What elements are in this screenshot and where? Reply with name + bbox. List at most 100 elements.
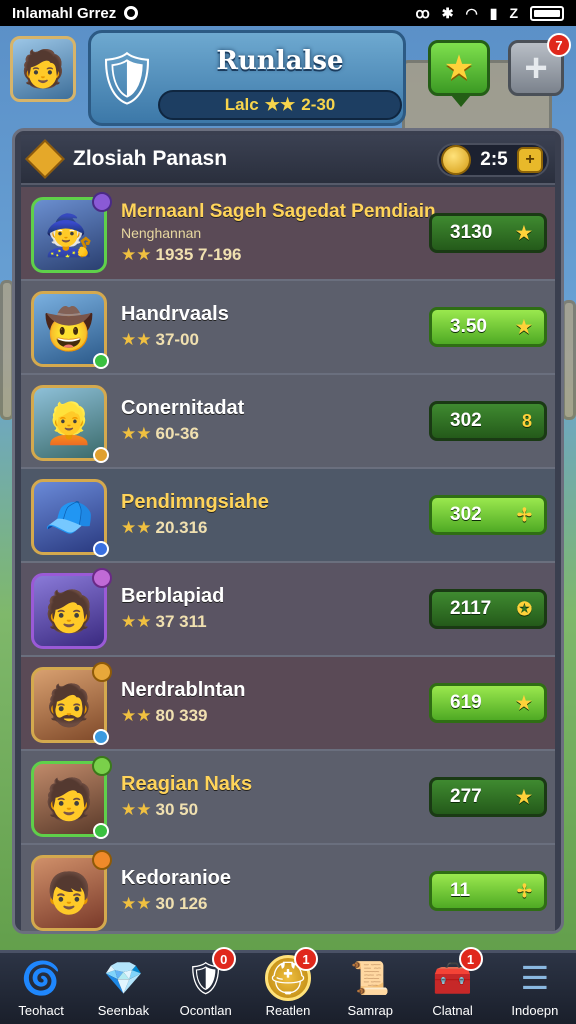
list-item[interactable]: 🤠 Handrvaals ★★ 37-00 3.50 ★ [21,281,555,375]
scroll-icon: 📜 [350,960,391,996]
rating-stars-icon: ★★ [121,245,152,264]
nav-label: Teohact [18,1003,64,1018]
nav-item-clatnal[interactable]: 🧰 1 Clatnal [415,947,491,1018]
status-dot-icon [93,823,109,839]
knight-character: 🛡 [93,49,160,108]
add-coins-button[interactable]: + [517,147,543,173]
level-indicator: Lalc ★★ 2-30 [158,90,402,120]
nav-badge: 0 [211,947,236,971]
hero-action-button[interactable]: 277 ★ [429,777,547,817]
button-star-icon: ★ [515,692,532,713]
hero-name: Conernitadat [121,397,245,419]
game-title: Runlalse [216,46,344,76]
button-star-icon: ★ [515,786,532,807]
nav-item-teohact[interactable]: 🌀 Teohact [3,955,79,1018]
hero-action-button[interactable]: 302 ✢ [429,495,547,535]
hero-action-button[interactable]: 11 ✢ [429,871,547,911]
hero-rating: ★★ 30 126 [121,894,431,914]
rating-value: 1935 7-196 [155,245,242,264]
nav-item-ocontlan[interactable]: 🛡 0 Ocontlan [168,947,244,1018]
nav-label: Samrap [347,1003,394,1018]
rating-value: 30 126 [155,894,208,913]
hero-rating: ★★ 37-00 [121,330,431,350]
nfc-icon: ꝏ [415,4,430,21]
plus-icon: + [524,45,548,90]
carrier-text: Inlamahl Grrez [12,4,117,22]
hero-name: Nerdrablntan [121,679,246,701]
hero-action-button[interactable]: 2117 ✪ [429,589,547,629]
button-value: 277 [450,786,482,807]
hero-portrait: 🤠 [31,291,109,369]
hero-name: Handrvaals [121,303,229,325]
button-coin-icon: 8 [521,410,532,431]
nav-item-samrap[interactable]: 📜 Samrap [332,955,408,1018]
panel-title: Zlosiah Panasn [73,147,228,170]
nav-badge: 1 [458,947,483,971]
hero-portrait: 🧢 [31,479,109,557]
rating-stars-icon: ★★ [121,706,152,725]
nav-item-indoepn[interactable]: ☰ Indoepn [497,955,573,1018]
button-value: 11 [450,880,471,901]
level-label: Lalc [224,95,259,114]
level-star-icon: ★★ [264,95,296,114]
player-avatar[interactable]: 🧑 [10,36,76,102]
corner-coin-icon [92,662,112,682]
hero-rating: ★★ 30 50 [121,800,431,820]
hero-rating: ★★ 1935 7-196 [121,245,431,265]
button-value: 619 [450,692,482,713]
signal-icon: ▮ [489,4,498,21]
list-item[interactable]: 🧔 Nerdrablntan ★★ 80 339 619 ★ [21,657,555,751]
add-badge: 7 [547,33,571,57]
hero-name: Reagian Naks [121,773,253,795]
favorites-button[interactable]: ★ [428,40,490,107]
nav-item-seenbak[interactable]: 💎 Seenbak [85,955,161,1018]
nav-label: Ocontlan [179,1003,232,1018]
list-item[interactable]: 👦 Kedoranioe ★★ 30 126 11 ✢ [21,845,555,931]
button-value: 302 [450,410,482,431]
hero-action-button[interactable]: 3130 ★ [429,213,547,253]
rating-value: 20.316 [155,518,208,537]
button-value: 3.50 [450,316,487,337]
hero-portrait: 🧔 [31,662,112,745]
hero-rating: ★★ 80 339 [121,706,431,726]
rating-stars-icon: ★★ [121,330,152,349]
hero-portrait: 🧑 [31,756,112,839]
status-dot-icon [93,729,109,745]
nav-badge: 1 [293,947,318,971]
list-item[interactable]: 🧢 Pendimngsiahe ★★ 20.316 302 ✢ [21,469,555,563]
corner-flame-icon [92,850,112,870]
rating-value: 80 339 [155,706,208,725]
button-value: 302 [450,504,482,525]
nav-item-reatlen[interactable]: ⛑ 1 Reatlen [250,947,326,1018]
rating-stars-icon: ★★ [121,518,152,537]
coin-value: 2:5 [480,149,508,170]
hero-portrait: 🧑 [31,568,112,649]
list-icon: ☰ [520,960,550,996]
level-value: 2-30 [301,95,336,114]
hero-action-button[interactable]: 302 8 [429,401,547,441]
list-item[interactable]: 🧙 Mernaanl Sageh Sagedat Pemdiain Nengha… [21,187,555,281]
bottom-navigation: 🌀 Teohact 💎 Seenbak 🛡 0 Ocontlan ⛑ 1 Rea… [0,947,576,1024]
status-dot-icon [93,447,109,463]
rating-stars-icon: ★★ [121,424,152,443]
hero-action-button[interactable]: 619 ★ [429,683,547,723]
list-item[interactable]: 🧑 Berblapiad ★★ 37 311 2117 ✪ [21,563,555,657]
circle-icon [124,6,139,20]
hero-name: Pendimngsiahe [121,491,269,513]
rating-stars-icon: ★★ [121,894,152,913]
rating-value: 30 50 [155,800,199,819]
rating-value: 60-36 [155,424,199,443]
panel-header: Zlosiah Panasn 2:5 + [21,135,555,185]
nav-label: Seenbak [97,1003,150,1018]
add-button[interactable]: + 7 [508,33,571,96]
corner-gem-icon [92,192,112,212]
sim-icon: Z [509,5,518,21]
list-item[interactable]: 🧑 Reagian Naks ★★ 30 50 277 ★ [21,751,555,845]
hero-list-panel: Zlosiah Panasn 2:5 + 🧙 Mernaanl Sageh Sa… [12,128,564,934]
nav-label: Reatlen [265,1003,311,1018]
wifi-icon: ◠ [465,4,478,21]
rating-value: 37 311 [155,612,207,631]
list-item[interactable]: 👱 Conernitadat ★★ 60-36 302 8 [21,375,555,469]
button-shield-icon: ✪ [516,598,532,619]
hero-action-button[interactable]: 3.50 ★ [429,307,547,347]
